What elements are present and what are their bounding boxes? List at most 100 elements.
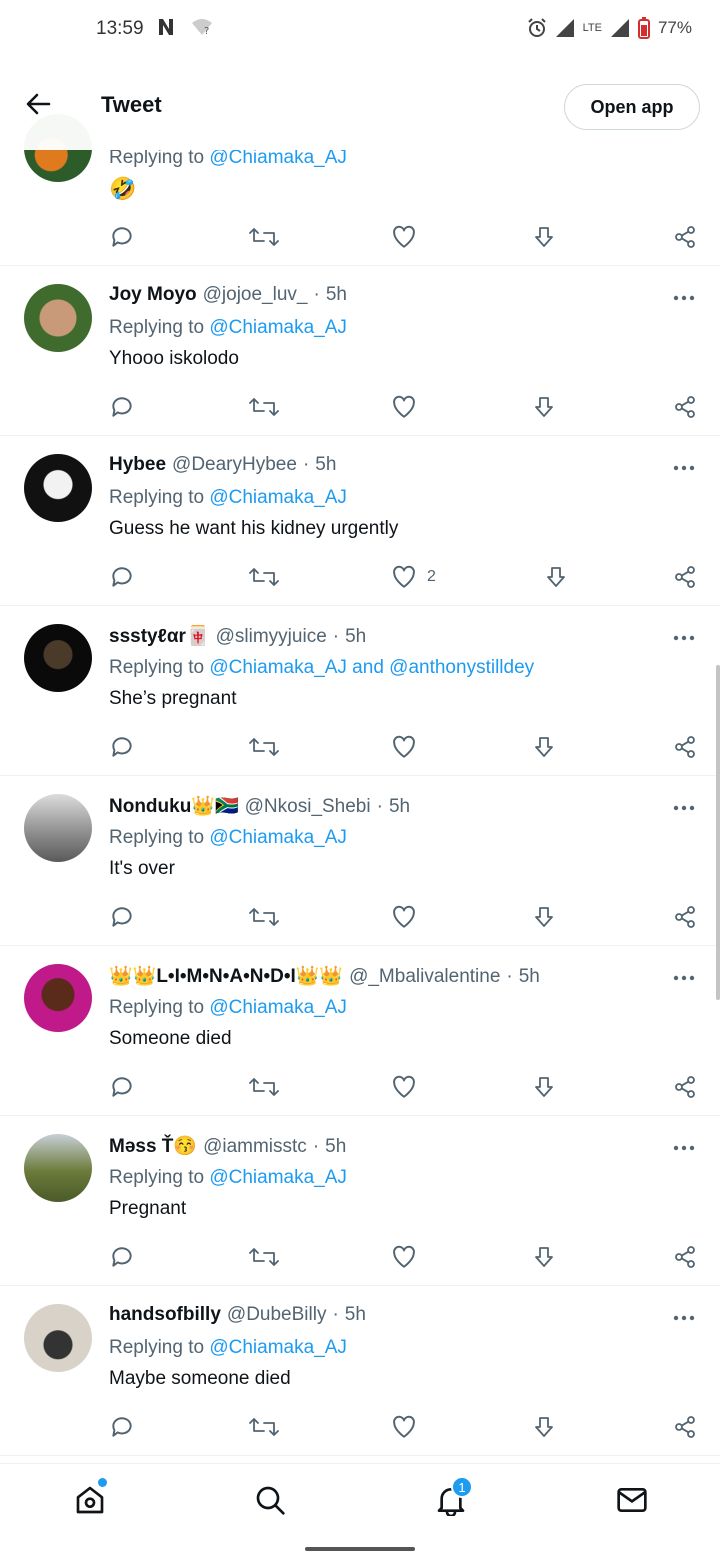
mention-link[interactable]: @Chiamaka_AJ and @anthonystilldey [209, 657, 534, 678]
tweet-time[interactable]: 5h [519, 966, 540, 988]
tweet-time[interactable]: 5h [315, 454, 336, 476]
more-options-button[interactable] [672, 460, 696, 471]
bookmark-button[interactable] [532, 1242, 556, 1272]
share-button[interactable] [673, 1072, 697, 1102]
tweet-time[interactable]: 5h [325, 1136, 346, 1158]
reply-button[interactable] [109, 392, 135, 422]
nav-messages[interactable] [614, 1482, 650, 1518]
author-name[interactable]: Mǝss Ť😚 [109, 1134, 197, 1158]
mention-link[interactable]: @Chiamaka_AJ [209, 827, 347, 848]
author-name[interactable]: ssstyℓαr🀄 [109, 624, 210, 648]
nav-notifications[interactable]: 1 [433, 1476, 473, 1518]
retweet-button[interactable] [249, 1072, 279, 1102]
share-button[interactable] [673, 902, 697, 932]
avatar[interactable] [24, 454, 92, 522]
bookmark-button[interactable] [532, 1072, 556, 1102]
tweet-reply[interactable]: Joy Moyo @jojoe_luv_ · 5h Replying to @Chiam… [0, 266, 720, 436]
bookmark-button[interactable] [544, 562, 568, 592]
reply-button[interactable] [109, 732, 135, 762]
tweet-time[interactable]: 5h [345, 1304, 366, 1326]
bookmark-button[interactable] [532, 392, 556, 422]
avatar[interactable] [24, 794, 92, 862]
bookmark-download-icon [535, 1417, 553, 1437]
tweet-reply[interactable]: ssstyℓαr🀄 @slimyyjuice · 5h Replying to @Chi… [0, 606, 720, 776]
mention-link[interactable]: @Chiamaka_AJ [209, 997, 347, 1018]
open-app-button[interactable]: Open app [564, 84, 700, 130]
author-handle[interactable]: @jojoe_luv_ [203, 284, 308, 306]
reply-button[interactable] [109, 902, 135, 932]
reply-button[interactable] [109, 1072, 135, 1102]
tweet-reply[interactable]: Nonduku👑🇿🇦 @Nkosi_Shebi · 5h Replying to @Ch… [0, 776, 720, 946]
more-options-button[interactable] [672, 800, 696, 811]
like-button[interactable]: 2 [391, 562, 436, 592]
retweet-button[interactable] [249, 1412, 279, 1442]
avatar[interactable] [24, 1134, 92, 1202]
author-name[interactable]: Joy Moyo [109, 284, 197, 306]
bookmark-button[interactable] [532, 902, 556, 932]
bookmark-button[interactable] [532, 1412, 556, 1442]
back-button[interactable] [18, 84, 58, 124]
share-button[interactable] [673, 562, 697, 592]
mention-link[interactable]: @Chiamaka_AJ [209, 1167, 347, 1188]
avatar[interactable] [24, 1304, 92, 1372]
tweet-reply[interactable]: 👑👑L•I•M•N•A•N•D•I👑👑 @_Mbalivalentine · 5h Re… [0, 946, 720, 1116]
author-name[interactable]: handsofbilly [109, 1304, 221, 1326]
more-options-button[interactable] [672, 970, 696, 981]
author-handle[interactable]: @Nkosi_Shebi [245, 796, 371, 818]
scrollbar[interactable] [716, 665, 720, 1000]
mention-link[interactable]: @Chiamaka_AJ [209, 147, 347, 168]
tweet-reply[interactable]: Hybee @DearyHybee · 5h Replying to @Chiamaka… [0, 436, 720, 606]
more-options-button[interactable] [672, 290, 696, 301]
like-button[interactable] [391, 222, 417, 252]
tweet-time[interactable]: 5h [326, 284, 347, 306]
tweet-reply[interactable]: handsofbilly @DubeBilly · 5h Replying to @Ch… [0, 1286, 720, 1456]
bookmark-button[interactable] [532, 732, 556, 762]
retweet-button[interactable] [249, 392, 279, 422]
author-handle[interactable]: @DubeBilly [227, 1304, 327, 1326]
reply-button[interactable] [109, 222, 135, 252]
retweet-button[interactable] [249, 562, 279, 592]
more-options-button[interactable] [672, 630, 696, 641]
reply-button[interactable] [109, 562, 135, 592]
mention-link[interactable]: @Chiamaka_AJ [209, 487, 347, 508]
like-button[interactable] [391, 902, 417, 932]
share-button[interactable] [673, 1412, 697, 1442]
share-button[interactable] [673, 392, 697, 422]
mention-link[interactable]: @Chiamaka_AJ [209, 317, 347, 338]
like-button[interactable] [391, 732, 417, 762]
share-button[interactable] [673, 222, 697, 252]
retweet-button[interactable] [249, 1242, 279, 1272]
nav-search[interactable] [252, 1482, 288, 1518]
share-button[interactable] [673, 732, 697, 762]
avatar[interactable] [24, 964, 92, 1032]
share-button[interactable] [673, 1242, 697, 1272]
tweet-reply[interactable]: Mǝss Ť😚 @iammisstc · 5h Replying to @Chiamak… [0, 1116, 720, 1286]
more-options-button[interactable] [672, 1310, 696, 1321]
reply-button[interactable] [109, 1242, 135, 1272]
like-button[interactable] [391, 392, 417, 422]
bookmark-button[interactable] [532, 222, 556, 252]
like-button[interactable] [391, 1412, 417, 1442]
gesture-bar[interactable] [305, 1547, 415, 1551]
tweet-time[interactable]: 5h [389, 796, 410, 818]
mention-link[interactable]: @Chiamaka_AJ [209, 1337, 347, 1358]
replying-label: Replying to [109, 1337, 205, 1358]
author-handle[interactable]: @slimyyjuice [216, 626, 327, 648]
nav-home[interactable] [72, 1478, 108, 1518]
retweet-button[interactable] [249, 732, 279, 762]
avatar[interactable] [24, 624, 92, 692]
author-name[interactable]: 👑👑L•I•M•N•A•N•D•I👑👑 [109, 964, 343, 988]
retweet-button[interactable] [249, 902, 279, 932]
tweet-time[interactable]: 5h [345, 626, 366, 648]
avatar[interactable] [24, 284, 92, 352]
reply-button[interactable] [109, 1412, 135, 1442]
like-button[interactable] [391, 1072, 417, 1102]
author-handle[interactable]: @DearyHybee [172, 454, 297, 476]
author-handle[interactable]: @iammisstc [203, 1136, 307, 1158]
author-name[interactable]: Nonduku👑🇿🇦 [109, 794, 239, 818]
more-options-button[interactable] [672, 1140, 696, 1151]
like-button[interactable] [391, 1242, 417, 1272]
retweet-button[interactable] [249, 222, 279, 252]
author-name[interactable]: Hybee [109, 454, 166, 476]
author-handle[interactable]: @_Mbalivalentine [349, 966, 500, 988]
